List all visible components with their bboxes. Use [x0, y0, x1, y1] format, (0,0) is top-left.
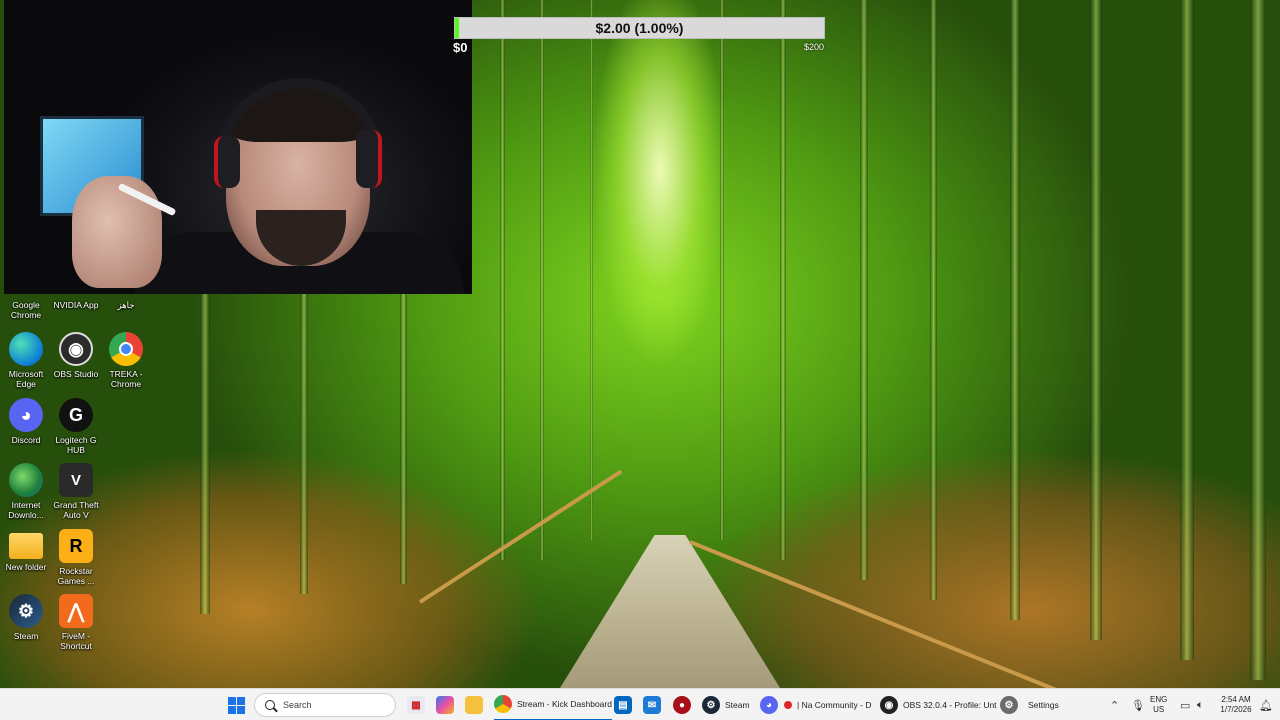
taskbar-app-red[interactable]: ●	[673, 689, 691, 720]
chevron-up-icon: ⌃	[1110, 699, 1120, 712]
taskbar-app-label: OBS 32.0.4 - Profile: Unt	[903, 700, 997, 710]
taskbar-app-store[interactable]: ▤	[614, 689, 632, 720]
tray-network[interactable]: ▭	[1180, 689, 1190, 720]
language-label: ENG	[1150, 695, 1168, 704]
discord-icon: ◕	[9, 398, 43, 432]
rockstar-icon: R	[59, 529, 93, 563]
copilot-icon	[436, 696, 454, 714]
desktop-icon-label: Logitech G HUB	[55, 435, 97, 455]
notification-bell-icon: 🔔︎	[1259, 699, 1273, 712]
search-icon	[265, 700, 275, 710]
desktop-icon-label: Grand Theft Auto V	[53, 500, 99, 520]
desktop-icon-label: NVIDIA App	[53, 300, 99, 310]
gta-icon: V	[59, 463, 93, 497]
desktop-icon-label: New folder	[5, 562, 47, 572]
clock-date: 1/7/2026	[1220, 705, 1252, 714]
desktop-icon-obs-studio[interactable]: ◉ OBS Studio	[50, 332, 102, 379]
microphone-icon: 🎙︎	[1131, 699, 1145, 712]
logitech-icon: G	[59, 398, 93, 432]
idm-icon	[9, 463, 43, 497]
status-dnd-icon	[784, 701, 792, 709]
taskbar-app-settings[interactable]: ⚙ Settings	[1000, 689, 1059, 720]
store-icon: ▤	[614, 696, 632, 714]
desktop-icon-label: OBS Studio	[53, 369, 99, 379]
desktop-icon-label: Discord	[11, 435, 41, 445]
desktop-icon-internet-download-manager[interactable]: Internet Downlo...	[0, 463, 52, 520]
desktop-icon-rockstar-games[interactable]: R Rockstar Games ...	[50, 529, 102, 586]
desktop-icon-google-chrome[interactable]: Google Chrome	[0, 300, 52, 320]
desktop-icon-fivem[interactable]: ⋀ FiveM - Shortcut	[50, 594, 102, 651]
desktop-icon-new-folder[interactable]: New folder	[0, 529, 52, 572]
desktop-icon-label: Microsoft Edge	[8, 369, 44, 389]
steam-icon: ⚙	[702, 696, 720, 714]
donation-goal-min: $0	[453, 40, 468, 55]
taskbar-app-chrome[interactable]: Stream - Kick Dashboard	[494, 689, 612, 720]
tray-notifications[interactable]: 🔔︎	[1259, 689, 1273, 720]
taskbar-app-obs[interactable]: ◉ OBS 32.0.4 - Profile: Unt	[880, 689, 997, 720]
desktop-icon-label: TREKA - Chrome	[109, 369, 143, 389]
desktop-icon-label: FiveM - Shortcut	[60, 631, 92, 651]
donation-goal-label: $2.00 (1.00%)	[595, 20, 684, 36]
webcam-overlay	[4, 0, 472, 294]
desktop-icon-label: Rockstar Games ...	[57, 566, 95, 586]
network-icon: ▭	[1180, 699, 1191, 712]
app-icon: ▦	[407, 696, 425, 714]
tray-overflow-button[interactable]: ⌃	[1110, 689, 1119, 720]
desktop-icon-discord[interactable]: ◕ Discord	[0, 398, 52, 445]
steam-icon: ⚙	[9, 594, 43, 628]
taskbar-app-steam[interactable]: ⚙ Steam	[702, 689, 750, 720]
taskbar-app-file-explorer[interactable]	[465, 689, 483, 720]
fivem-icon: ⋀	[59, 594, 93, 628]
clock-time: 2:54 AM	[1221, 695, 1251, 704]
desktop-icon-treka-chrome[interactable]: TREKA - Chrome	[100, 332, 152, 389]
search-input[interactable]: Search	[254, 693, 396, 717]
discord-icon: ◕	[760, 696, 778, 714]
start-button[interactable]	[228, 689, 245, 720]
app-icon: ●	[673, 696, 691, 714]
windows-logo-icon	[228, 696, 245, 714]
speaker-icon: 🔈︎	[1197, 698, 1204, 711]
taskbar-search[interactable]: Search	[254, 689, 396, 720]
donation-goal-bar: $2.00 (1.00%)	[454, 17, 825, 39]
wallpaper-path	[560, 535, 780, 688]
tray-clock[interactable]: 2:54 AM 1/7/2026	[1218, 689, 1254, 720]
desktop-icon-label: Steam	[13, 631, 39, 641]
desktop-icon-label: جاهز	[117, 300, 135, 310]
tray-language[interactable]: ENG US	[1150, 689, 1167, 720]
tray-microphone[interactable]: 🎙︎	[1131, 689, 1145, 720]
tray-volume[interactable]: 🔈︎	[1197, 689, 1204, 720]
desktop-icon-steam[interactable]: ⚙ Steam	[0, 594, 52, 641]
mail-icon: ✉	[643, 696, 661, 714]
taskbar: Search ▦ Stream - Kick Dashboard ▤ ✉ ● ⚙…	[0, 688, 1280, 720]
desktop-icon-microsoft-edge[interactable]: Microsoft Edge	[0, 332, 52, 389]
desktop-icon-label: Google Chrome	[10, 300, 42, 320]
taskbar-app-label: Steam	[725, 700, 750, 710]
obs-icon: ◉	[59, 332, 93, 366]
desktop-icon-gta-v[interactable]: V Grand Theft Auto V	[50, 463, 102, 520]
desktop-icon-nvidia-app[interactable]: NVIDIA App	[50, 300, 102, 310]
obs-icon: ◉	[880, 696, 898, 714]
donation-goal-max: $200	[803, 42, 824, 52]
taskbar-app-label: Stream - Kick Dashboard	[517, 699, 612, 709]
taskbar-app-widget[interactable]: ▦	[407, 689, 425, 720]
desktop-icon-logitech-g-hub[interactable]: G Logitech G HUB	[50, 398, 102, 455]
folder-icon	[465, 696, 483, 714]
folder-icon	[9, 533, 43, 559]
taskbar-app-label: Settings	[1028, 700, 1059, 710]
taskbar-app-copilot[interactable]	[436, 689, 454, 720]
chrome-icon	[109, 332, 143, 366]
region-label: US	[1153, 705, 1165, 714]
chrome-icon	[494, 695, 512, 713]
search-placeholder: Search	[283, 700, 312, 710]
desktop-icon-shortcut[interactable]: جاهز	[100, 300, 152, 310]
edge-icon	[9, 332, 43, 366]
taskbar-app-discord[interactable]: ◕ | Na Community - D	[760, 689, 871, 720]
taskbar-app-outlook[interactable]: ✉	[643, 689, 661, 720]
desktop-icon-label: Internet Downlo...	[8, 500, 44, 520]
taskbar-app-label: | Na Community - D	[797, 700, 872, 710]
settings-icon: ⚙	[1000, 696, 1018, 714]
